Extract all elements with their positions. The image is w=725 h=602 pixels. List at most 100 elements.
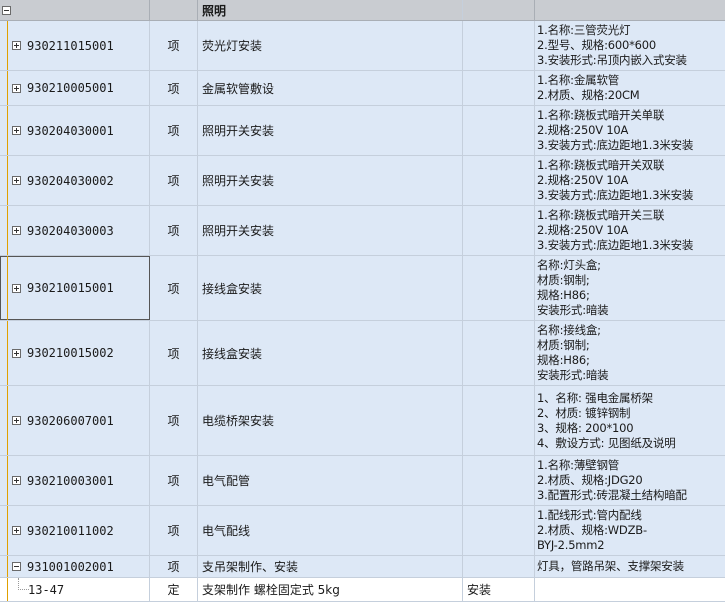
- list-item[interactable]: 931001002001 项支吊架制作、安装 灯具，管路吊架、支撑架安装: [0, 556, 725, 578]
- list-item[interactable]: 930211015001 项荧光灯安装 1.名称:三管荧光灯 2.型号、规格:600*…: [0, 21, 725, 71]
- item-code-cell[interactable]: 930210015001: [0, 256, 150, 320]
- item-description[interactable]: 1.名称:三管荧光灯 2.型号、规格:600*600 3.安装形式:吊顶内嵌入式安装: [535, 21, 725, 70]
- item-code: 930206007001: [27, 413, 114, 428]
- description-line: 2.型号、规格:600*600: [537, 38, 656, 52]
- item-extra[interactable]: [463, 456, 535, 505]
- section-header-row[interactable]: 照明: [0, 0, 725, 21]
- item-unit[interactable]: 项: [150, 321, 198, 385]
- item-description[interactable]: 1.名称:金属软管 2.材质、规格:20CM: [535, 71, 725, 105]
- item-extra[interactable]: [463, 556, 535, 577]
- item-extra[interactable]: [463, 506, 535, 555]
- description-line: 2、材质: 镀锌钢制: [537, 405, 631, 420]
- item-extra[interactable]: [463, 386, 535, 455]
- item-unit[interactable]: 项: [150, 21, 198, 70]
- list-item[interactable]: 930210005001 项金属软管敷设 1.名称:金属软管 2.材质、规格:20CM: [0, 71, 725, 106]
- list-item[interactable]: 930210003001 项电气配管 1.名称:薄壁钢管 2.材质、规格:JDG20 3…: [0, 456, 725, 506]
- item-unit[interactable]: 项: [150, 206, 198, 255]
- item-code-cell[interactable]: 930204030002: [0, 156, 150, 205]
- item-unit[interactable]: 项: [150, 556, 198, 577]
- quota-row[interactable]: 13-47 定 支架制作 螺栓固定式 5kg 安装: [0, 578, 725, 602]
- description-line: 名称:接线盒;: [537, 323, 601, 337]
- item-name[interactable]: 金属软管敷设: [198, 71, 463, 105]
- item-code-cell[interactable]: 931001002001: [0, 556, 150, 577]
- quota-unit[interactable]: 定: [150, 578, 198, 601]
- item-code: 930204030001: [27, 123, 114, 138]
- item-name[interactable]: 支吊架制作、安装: [198, 556, 463, 577]
- item-code-cell[interactable]: 930204030001: [0, 106, 150, 155]
- item-description[interactable]: 名称:灯头盒; 材质:钢制; 规格:H86; 安装形式:暗装: [535, 256, 725, 320]
- expand-icon[interactable]: [12, 476, 21, 485]
- item-extra[interactable]: [463, 321, 535, 385]
- expand-icon[interactable]: [12, 126, 21, 135]
- item-unit[interactable]: 项: [150, 71, 198, 105]
- item-code: 930204030002: [27, 173, 114, 188]
- item-name[interactable]: 接线盒安装: [198, 321, 463, 385]
- list-item[interactable]: 930210015002 项接线盒安装 名称:接线盒; 材质:钢制; 规格:H86; 安装…: [0, 321, 725, 386]
- item-unit[interactable]: 项: [150, 256, 198, 320]
- item-extra[interactable]: [463, 71, 535, 105]
- list-item[interactable]: 930204030001 项照明开关安装 1.名称:跷板式暗开关单联 2.规格:250…: [0, 106, 725, 156]
- item-extra[interactable]: [463, 206, 535, 255]
- expand-icon[interactable]: [12, 41, 21, 50]
- expand-icon[interactable]: [12, 226, 21, 235]
- item-description[interactable]: 1.名称:跷板式暗开关双联 2.规格:250V 10A 3.安装方式:底边距地1.3…: [535, 156, 725, 205]
- quota-extra[interactable]: 安装: [463, 578, 535, 601]
- item-code-cell[interactable]: 930210011002: [0, 506, 150, 555]
- collapse-icon[interactable]: [2, 5, 11, 15]
- description-line: 4、敷设方式: 见图纸及说明: [537, 435, 676, 450]
- list-item[interactable]: 930210015001 项接线盒安装 名称:灯头盒; 材质:钢制; 规格:H86; 安装…: [0, 256, 725, 321]
- item-unit[interactable]: 项: [150, 506, 198, 555]
- item-code-cell[interactable]: 930211015001: [0, 21, 150, 70]
- item-code-cell[interactable]: 930210003001: [0, 456, 150, 505]
- item-name[interactable]: 电缆桥架安装: [198, 386, 463, 455]
- item-unit[interactable]: 项: [150, 386, 198, 455]
- list-item[interactable]: 930206007001 项电缆桥架安装 1、名称: 强电金属桥架 2、材质: 镀锌钢…: [0, 386, 725, 456]
- item-extra[interactable]: [463, 156, 535, 205]
- item-description[interactable]: 1、名称: 强电金属桥架 2、材质: 镀锌钢制 3、规格: 200*100 4、敷设方…: [535, 386, 725, 455]
- item-name[interactable]: 荧光灯安装: [198, 21, 463, 70]
- item-code-cell[interactable]: 930210005001: [0, 71, 150, 105]
- description-line: 1.名称:跷板式暗开关双联: [537, 158, 665, 172]
- collapse-icon[interactable]: [12, 562, 21, 571]
- item-name[interactable]: 电气配线: [198, 506, 463, 555]
- list-item[interactable]: 930204030003 项照明开关安装 1.名称:跷板式暗开关三联 2.规格:250…: [0, 206, 725, 256]
- item-description[interactable]: 灯具，管路吊架、支撑架安装: [535, 556, 725, 577]
- list-item[interactable]: 930210011002 项电气配线 1.配线形式:管内配线 2.材质、规格:WDZB…: [0, 506, 725, 556]
- expand-icon[interactable]: [12, 526, 21, 535]
- item-unit[interactable]: 项: [150, 106, 198, 155]
- item-code-cell[interactable]: 930210015002: [0, 321, 150, 385]
- item-name[interactable]: 电气配管: [198, 456, 463, 505]
- quota-code-cell[interactable]: 13-47: [0, 578, 150, 601]
- expand-icon[interactable]: [12, 83, 21, 93]
- item-description[interactable]: 1.名称:跷板式暗开关单联 2.规格:250V 10A 3.安装方式:底边距地1.3…: [535, 106, 725, 155]
- description-line: 3.安装方式:底边距地1.3米安装: [537, 138, 694, 152]
- item-code-cell[interactable]: 930206007001: [0, 386, 150, 455]
- item-name[interactable]: 照明开关安装: [198, 106, 463, 155]
- description-line: 材质:钢制;: [537, 338, 590, 352]
- expand-icon[interactable]: [12, 176, 21, 185]
- expand-icon[interactable]: [12, 416, 21, 425]
- item-name[interactable]: 接线盒安装: [198, 256, 463, 320]
- description-line: 3.安装方式:底边距地1.3米安装: [537, 238, 694, 252]
- item-code: 930210005001: [27, 81, 114, 95]
- section-collapse-cell[interactable]: [0, 0, 150, 20]
- item-description[interactable]: 1.配线形式:管内配线 2.材质、规格:WDZB- BYJ-2.5mm2: [535, 506, 725, 555]
- item-unit[interactable]: 项: [150, 156, 198, 205]
- item-description[interactable]: 名称:接线盒; 材质:钢制; 规格:H86; 安装形式:暗装: [535, 321, 725, 385]
- item-description[interactable]: 1.名称:跷板式暗开关三联 2.规格:250V 10A 3.安装方式:底边距地1.3…: [535, 206, 725, 255]
- quota-name[interactable]: 支架制作 螺栓固定式 5kg: [198, 578, 463, 601]
- description-line: 1.名称:薄壁钢管: [537, 458, 620, 472]
- item-extra[interactable]: [463, 21, 535, 70]
- item-description[interactable]: 1.名称:薄壁钢管 2.材质、规格:JDG20 3.配置形式:砖混凝土结构暗配: [535, 456, 725, 505]
- item-code: 930210015001: [27, 281, 114, 295]
- item-code-cell[interactable]: 930204030003: [0, 206, 150, 255]
- item-unit[interactable]: 项: [150, 456, 198, 505]
- expand-icon[interactable]: [12, 348, 21, 358]
- description-line: 1.名称:跷板式暗开关三联: [537, 208, 665, 222]
- item-name[interactable]: 照明开关安装: [198, 206, 463, 255]
- item-extra[interactable]: [463, 256, 535, 320]
- item-name[interactable]: 照明开关安装: [198, 156, 463, 205]
- expand-icon[interactable]: [12, 283, 21, 293]
- list-item[interactable]: 930204030002 项照明开关安装 1.名称:跷板式暗开关双联 2.规格:250…: [0, 156, 725, 206]
- item-extra[interactable]: [463, 106, 535, 155]
